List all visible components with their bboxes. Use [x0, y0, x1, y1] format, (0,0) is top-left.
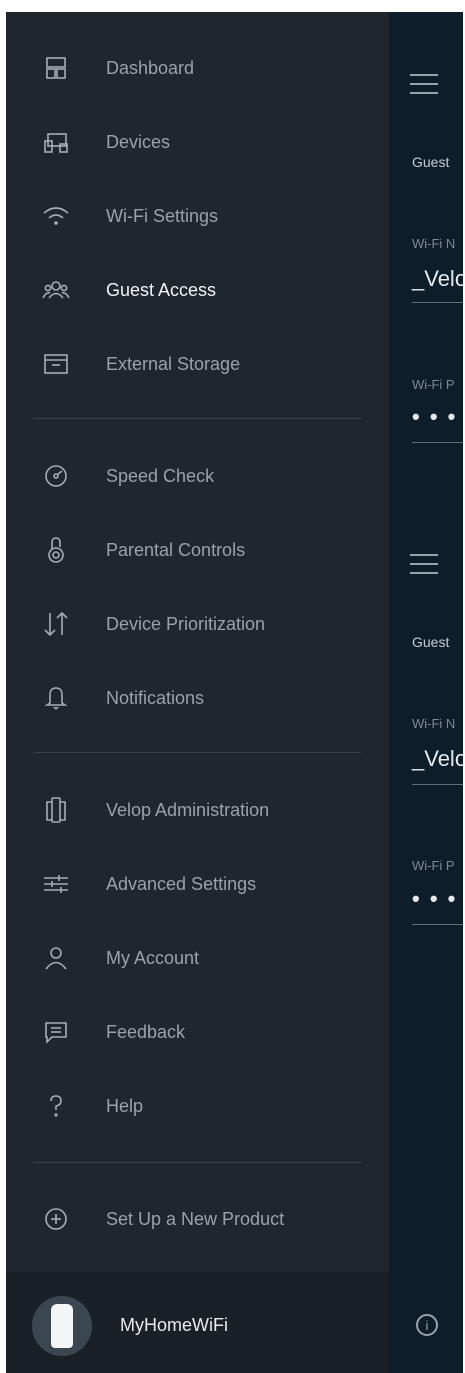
- nav-item-parental-controls[interactable]: Parental Controls: [6, 528, 389, 572]
- nav-item-label: Set Up a New Product: [106, 1208, 285, 1229]
- nav-item-label: Advanced Settings: [106, 873, 257, 894]
- nav-item-label: Speed Check: [106, 465, 215, 486]
- nav-item-guest-access[interactable]: Guest Access: [6, 268, 389, 312]
- wifi-password-label: Wi-Fi P: [412, 377, 455, 392]
- nav-item-label: Devices: [106, 131, 171, 152]
- guest-section-title: Guest: [412, 154, 450, 170]
- nav-item-label: Feedback: [106, 1021, 186, 1042]
- nav-item-speed-check[interactable]: Speed Check: [6, 454, 389, 498]
- velop-node-avatar: [32, 1296, 92, 1356]
- nav-item-my-account[interactable]: My Account: [6, 936, 389, 980]
- sliders-icon: [38, 868, 74, 900]
- devices-icon: [38, 126, 74, 158]
- guest-access-icon: [38, 274, 74, 306]
- dashboard-icon: [38, 52, 74, 84]
- divider: [412, 784, 463, 785]
- nav-item-label: Velop Administration: [106, 799, 270, 820]
- menu-icon[interactable]: [410, 74, 438, 94]
- add-circle-icon: [38, 1203, 74, 1235]
- nav-item-label: My Account: [106, 947, 200, 968]
- divider: [412, 302, 463, 303]
- divider: [412, 442, 463, 443]
- nav-item-wifi-settings[interactable]: Wi-Fi Settings: [6, 194, 389, 238]
- wifi-name-label: Wi-Fi N: [412, 236, 456, 251]
- nav-item-devices[interactable]: Devices: [6, 120, 389, 164]
- nav-item-feedback[interactable]: Feedback: [6, 1010, 389, 1054]
- nav-item-notifications[interactable]: Notifications: [6, 676, 389, 720]
- wifi-name-label: Wi-Fi N: [412, 716, 456, 731]
- priority-arrows-icon: [38, 608, 74, 640]
- navigation-drawer: Dashboard Devices Wi-Fi Settings Guest A…: [6, 12, 389, 1373]
- divider: [412, 924, 463, 925]
- menu-divider: [34, 1162, 361, 1163]
- wifi-password-label: Wi-Fi P: [412, 858, 455, 873]
- nav-item-label: Wi-Fi Settings: [106, 205, 219, 226]
- nav-item-dashboard[interactable]: Dashboard: [6, 46, 389, 90]
- network-name: MyHomeWiFi: [120, 1315, 228, 1335]
- account-icon: [38, 942, 74, 974]
- nav-item-label: External Storage: [106, 353, 241, 374]
- nav-item-label: Help: [106, 1095, 144, 1116]
- nav-item-set-up-new-product[interactable]: Set Up a New Product: [6, 1197, 389, 1241]
- wifi-password-value[interactable]: • • •: [412, 404, 457, 430]
- nav-item-device-prioritization[interactable]: Device Prioritization: [6, 602, 389, 646]
- chat-icon: [38, 1016, 74, 1048]
- help-icon: [38, 1090, 74, 1122]
- storage-icon: [38, 348, 74, 380]
- nav-item-help[interactable]: Help: [6, 1084, 389, 1128]
- nav-item-label: Dashboard: [106, 57, 195, 78]
- nav-item-label: Notifications: [106, 687, 205, 708]
- menu-divider: [34, 418, 361, 419]
- info-icon[interactable]: i: [416, 1314, 438, 1336]
- velop-node-icon: [51, 1304, 73, 1348]
- nav-item-label: Guest Access: [106, 279, 217, 300]
- nav-item-label: Device Prioritization: [106, 613, 266, 634]
- nav-item-advanced-settings[interactable]: Advanced Settings: [6, 862, 389, 906]
- wifi-name-value[interactable]: _Velo: [412, 266, 463, 292]
- menu-icon[interactable]: [410, 554, 438, 574]
- speedometer-icon: [38, 460, 74, 492]
- wifi-icon: [38, 200, 74, 232]
- app-frame: Guest Wi-Fi N _Velo Wi-Fi P • • • Guest …: [6, 12, 463, 1373]
- velop-nodes-icon: [38, 794, 74, 826]
- lock-icon: [38, 534, 74, 566]
- nav-item-velop-administration[interactable]: Velop Administration: [6, 788, 389, 832]
- guest-section-title: Guest: [412, 634, 450, 650]
- bell-icon: [38, 682, 74, 714]
- network-footer[interactable]: MyHomeWiFi: [6, 1272, 389, 1373]
- wifi-password-value[interactable]: • • •: [412, 886, 457, 912]
- menu-divider: [34, 752, 361, 753]
- wifi-name-value[interactable]: _Velo: [412, 746, 463, 772]
- nav-item-label: Parental Controls: [106, 539, 246, 560]
- nav-item-external-storage[interactable]: External Storage: [6, 342, 389, 386]
